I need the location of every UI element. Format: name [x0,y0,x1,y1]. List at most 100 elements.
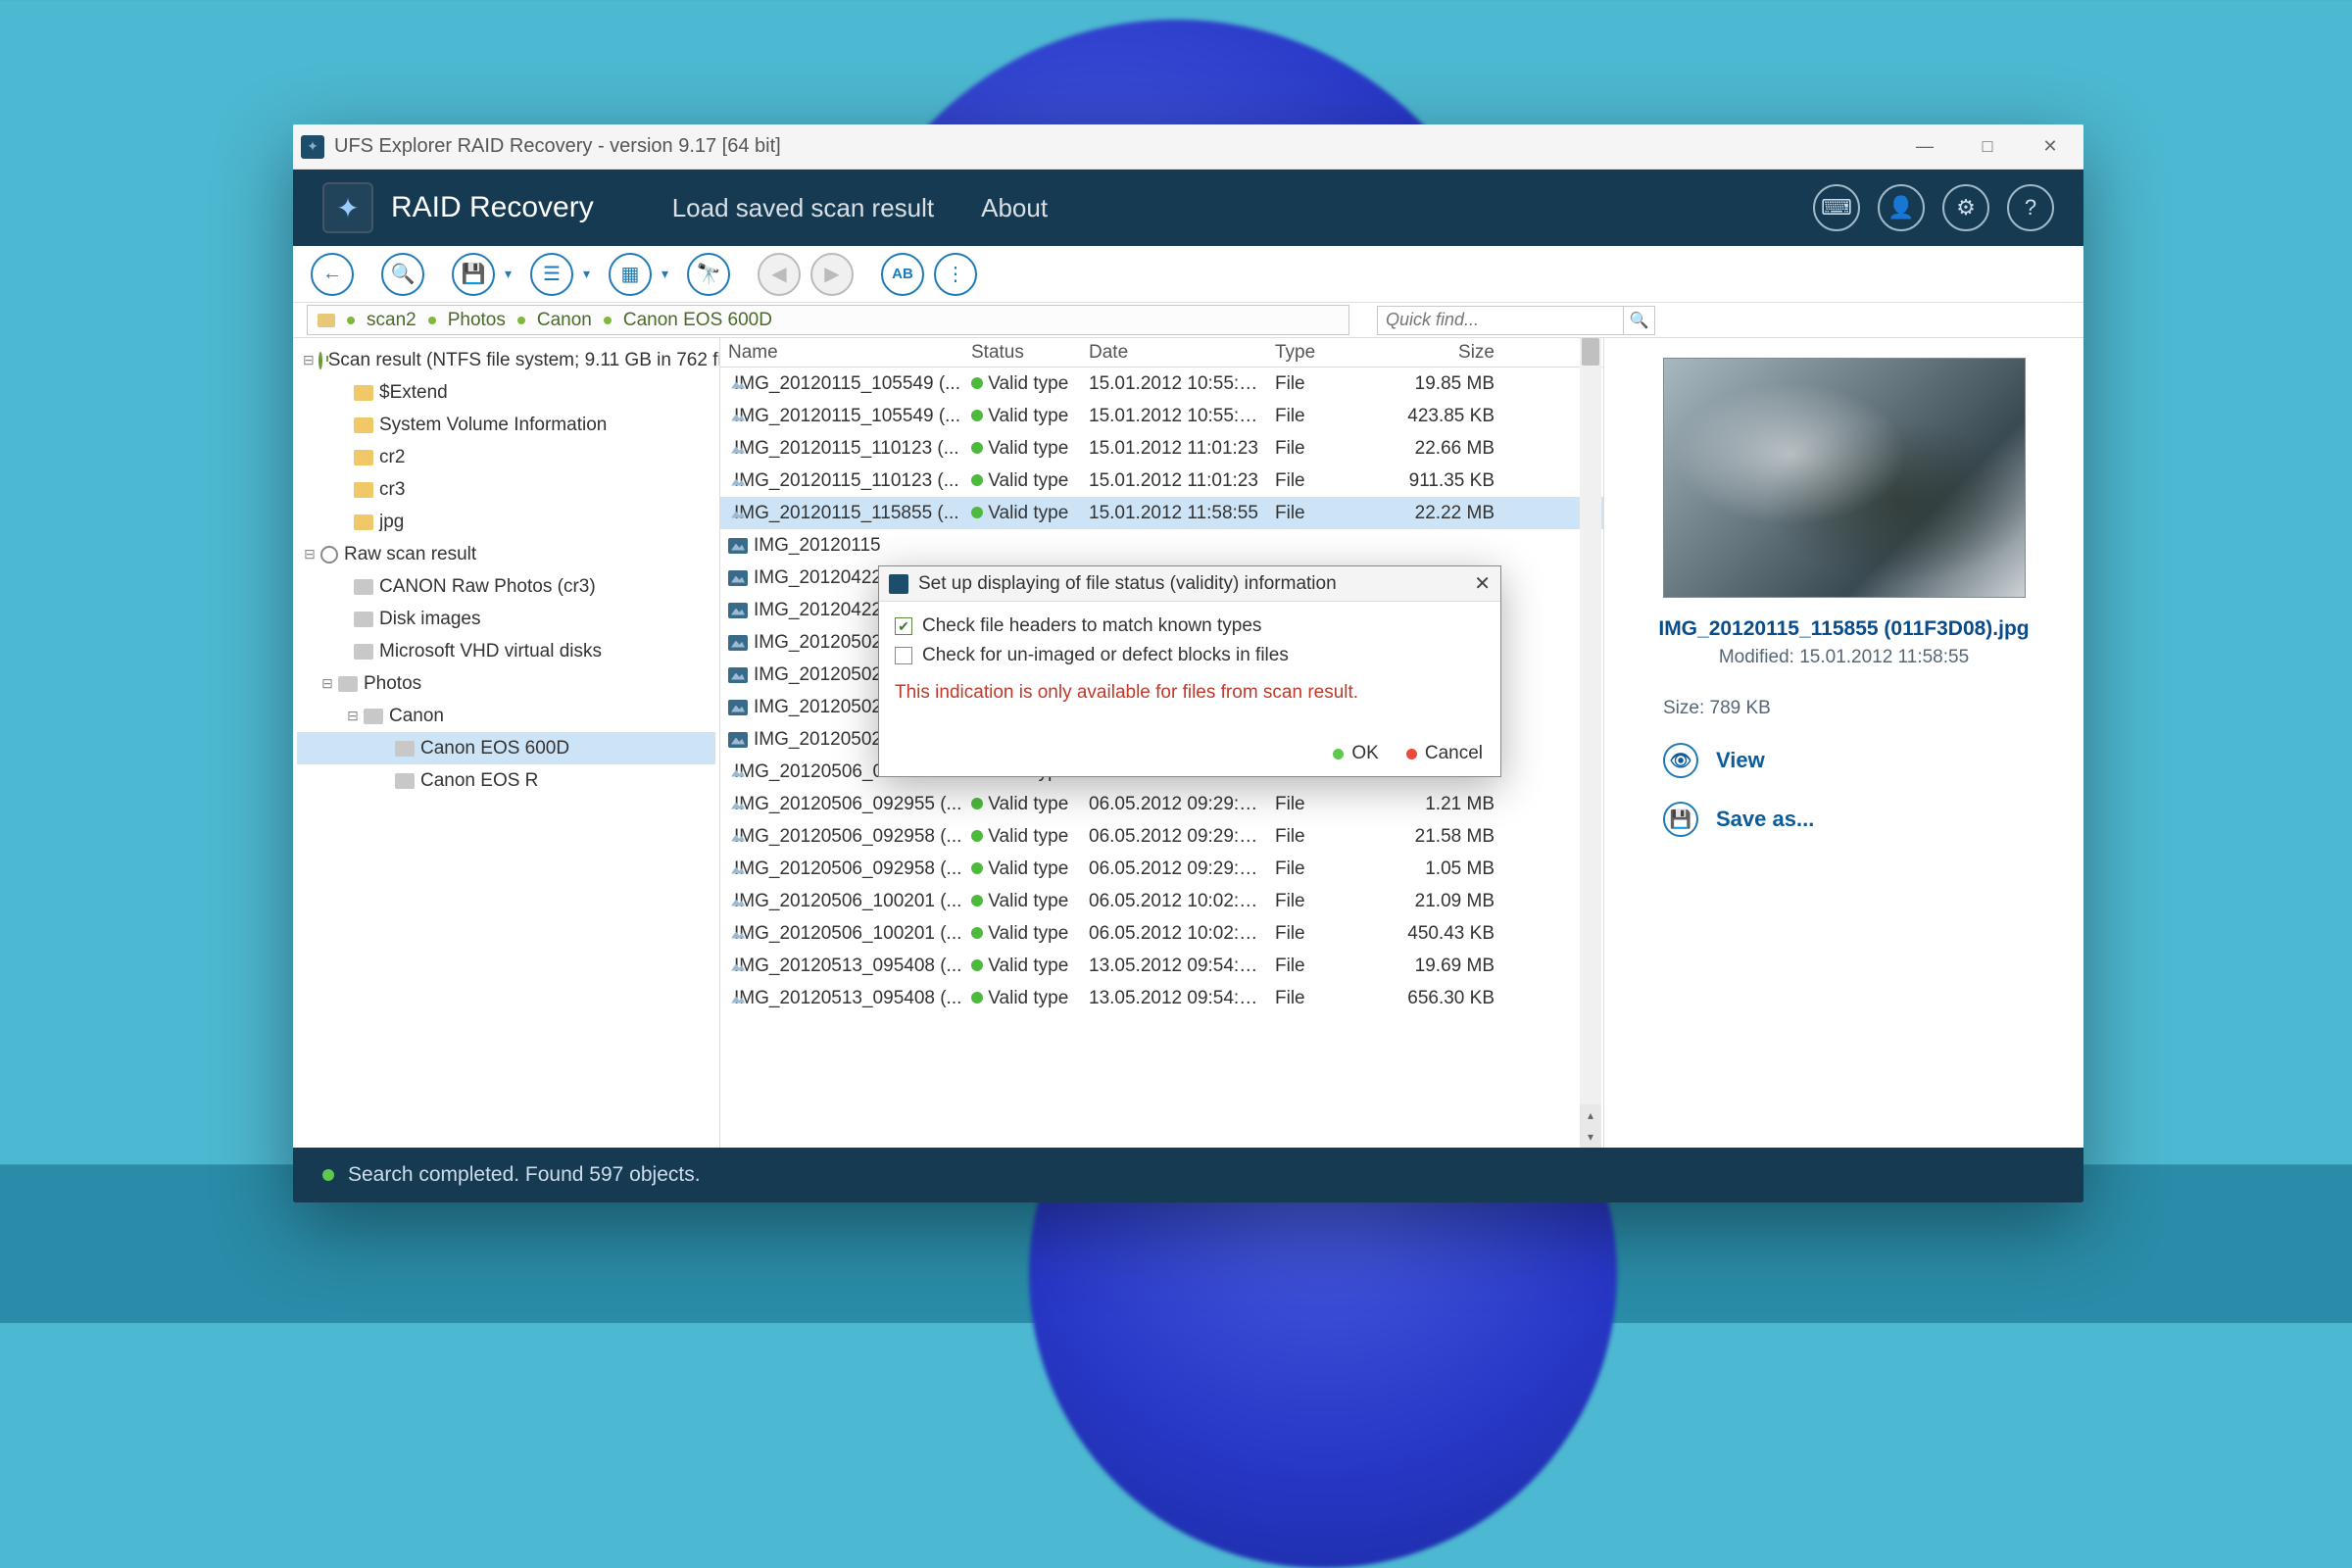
file-row[interactable]: IMG_20120506_092958 (... Valid type06.05… [720,853,1603,885]
tree-item[interactable]: $Extend [297,376,715,409]
preview-image [1663,358,2026,598]
checkbox-defects[interactable] [895,647,912,664]
prev-button[interactable]: ◀ [758,253,801,296]
dialog-close-button[interactable]: ✕ [1474,571,1491,596]
col-date[interactable]: Date [1081,338,1267,367]
tree-canon-r[interactable]: Canon EOS R [297,764,715,797]
valid-dot-icon [971,959,983,971]
tree-item[interactable]: jpg [297,506,715,538]
checkbox-headers[interactable]: ✔ [895,617,912,635]
grid-button[interactable]: ▦ [609,253,652,296]
dialog-title: Set up displaying of file status (validi… [918,573,1337,595]
keyboard-icon[interactable]: ⌨ [1813,184,1860,231]
breadcrumb-item[interactable]: scan2 [367,310,416,331]
binoculars-button[interactable]: 🔭 [687,253,730,296]
case-button[interactable]: AB [881,253,924,296]
scroll-thumb[interactable] [1582,338,1599,366]
tree-raw-result[interactable]: ⊟Raw scan result [297,538,715,570]
valid-dot-icon [971,507,983,518]
list-button[interactable]: ☰ [530,253,573,296]
file-name: IMG_20120506_092958 (... [734,826,961,848]
breadcrumb-dot [517,317,525,324]
ok-button[interactable]: OK [1333,743,1378,764]
tree-photos[interactable]: ⊟Photos [297,667,715,700]
save-button[interactable]: 💾 [452,253,495,296]
save-as-button[interactable]: 💾 Save as... [1663,802,1814,837]
file-row[interactable]: IMG_20120115_105549 (... Valid type15.01… [720,400,1603,432]
breadcrumb-item[interactable]: Photos [448,310,506,331]
file-type: File [1267,887,1355,916]
file-row[interactable]: IMG_20120513_095408 (... Valid type13.05… [720,982,1603,1014]
search-button[interactable]: 🔍 [381,253,424,296]
breadcrumb-item[interactable]: Canon EOS 600D [623,310,772,331]
file-size: 19.85 MB [1355,369,1502,399]
file-name: IMG_20120115_105549 (... [734,373,960,395]
file-name: IMG_20120115_105549 (... [734,406,960,427]
gear-icon[interactable]: ⚙ [1942,184,1989,231]
file-name: IMG_20120422 [754,600,882,621]
file-row[interactable]: IMG_20120506_092955 (... Valid type06.05… [720,788,1603,820]
file-name: IMG_20120506_092955 (... [734,794,961,815]
file-row[interactable]: IMG_20120506_092958 (... Valid type06.05… [720,820,1603,853]
tree-canon-600d[interactable]: Canon EOS 600D [297,732,715,764]
tree-item[interactable]: cr2 [297,441,715,473]
col-status[interactable]: Status [963,338,1081,367]
help-icon[interactable]: ? [2007,184,2054,231]
close-window-button[interactable]: ✕ [2036,133,2064,161]
file-type: File [1267,790,1355,819]
file-row[interactable]: IMG_20120506_100201 (... Valid type06.05… [720,885,1603,917]
file-size: 423.85 KB [1355,402,1502,431]
breadcrumb-item[interactable]: Canon [537,310,592,331]
file-size: 21.09 MB [1355,887,1502,916]
maximize-button[interactable]: □ [1974,133,2001,161]
valid-dot-icon [971,474,983,486]
file-name: IMG_20120502 [754,664,882,686]
file-row[interactable]: IMG_20120115_105549 (... Valid type15.01… [720,368,1603,400]
scroll-up-icon[interactable]: ▴ [1580,1104,1601,1126]
grid-dropdown[interactable]: ▾ [662,266,677,282]
tree-item[interactable]: CANON Raw Photos (cr3) [297,570,715,603]
user-icon[interactable]: 👤 [1878,184,1925,231]
file-row[interactable]: IMG_20120506_100201 (... Valid type06.05… [720,917,1603,950]
tree-canon[interactable]: ⊟Canon [297,700,715,732]
valid-dot-icon [971,830,983,842]
tree-item[interactable]: Microsoft VHD virtual disks [297,635,715,667]
scrollbar[interactable]: ▴ ▾ [1580,338,1601,1148]
menu-about[interactable]: About [981,193,1048,223]
tree-scan-result[interactable]: ⊟Scan result (NTFS file system; 9.11 GB … [297,344,715,376]
save-icon: 💾 [1663,802,1698,837]
list-dropdown[interactable]: ▾ [583,266,599,282]
quick-find-button[interactable]: 🔍 [1624,306,1655,335]
view-button[interactable]: 👁 View [1663,743,1765,778]
back-button[interactable]: ← [311,253,354,296]
file-type: File [1267,952,1355,981]
tree-item[interactable]: Disk images [297,603,715,635]
scroll-down-icon[interactable]: ▾ [1580,1126,1601,1148]
file-row[interactable]: IMG_20120115_110123 (... Valid type15.01… [720,465,1603,497]
file-row[interactable]: IMG_20120115 [720,529,1603,562]
file-type: File [1267,822,1355,852]
file-row[interactable]: IMG_20120115_110123 (... Valid type15.01… [720,432,1603,465]
file-status: Valid type [988,988,1068,1008]
tree-item[interactable]: cr3 [297,473,715,506]
folder-icon [354,579,373,595]
filter-button[interactable]: ⋮ [934,253,977,296]
save-dropdown[interactable]: ▾ [505,266,520,282]
valid-dot-icon [971,927,983,939]
quick-find-input[interactable] [1377,306,1624,335]
file-row[interactable]: IMG_20120513_095408 (... Valid type13.05… [720,950,1603,982]
minimize-button[interactable]: — [1911,133,1938,161]
file-row[interactable]: IMG_20120115_115855 (... Valid type15.01… [720,497,1603,529]
tree-item[interactable]: System Volume Information [297,409,715,441]
file-name: IMG_20120506_100201 (... [734,891,961,912]
col-name[interactable]: Name [720,338,963,367]
file-name: IMG_20120422 [754,567,882,589]
breadcrumb[interactable]: scan2 Photos Canon Canon EOS 600D [307,305,1349,335]
cancel-button[interactable]: Cancel [1406,743,1483,764]
col-type[interactable]: Type [1267,338,1355,367]
tree-panel: ⊟Scan result (NTFS file system; 9.11 GB … [293,338,720,1148]
col-size[interactable]: Size [1355,338,1502,367]
next-button[interactable]: ▶ [810,253,854,296]
file-name: IMG_20120115_115855 (... [734,503,959,524]
menu-load-scan[interactable]: Load saved scan result [672,193,934,223]
